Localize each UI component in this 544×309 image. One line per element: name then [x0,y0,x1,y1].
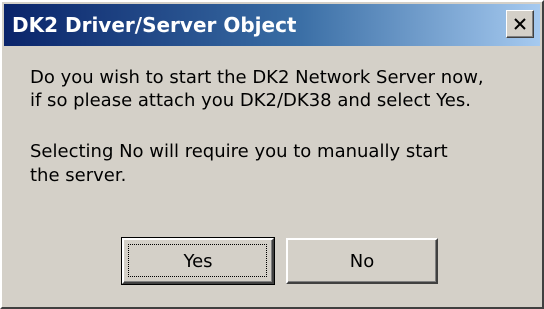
yes-button-label: Yes [183,250,213,272]
message-line-2: if so please attach you DK2/DK38 and sel… [30,90,471,111]
window-title: DK2 Driver/Server Object [12,13,297,37]
message-line-3: Selecting No will require you to manuall… [30,141,448,162]
no-button[interactable]: No [286,238,438,284]
title-bar[interactable]: DK2 Driver/Server Object [4,4,540,46]
close-button[interactable] [506,10,534,38]
message-line-1: Do you wish to start the DK2 Network Ser… [30,67,484,88]
dialog-window: DK2 Driver/Server Object Do you wish to … [0,0,544,309]
yes-button[interactable]: Yes [121,237,275,285]
message-line-4: the server. [30,165,127,186]
close-icon [513,18,527,30]
no-button-label: No [349,250,375,272]
